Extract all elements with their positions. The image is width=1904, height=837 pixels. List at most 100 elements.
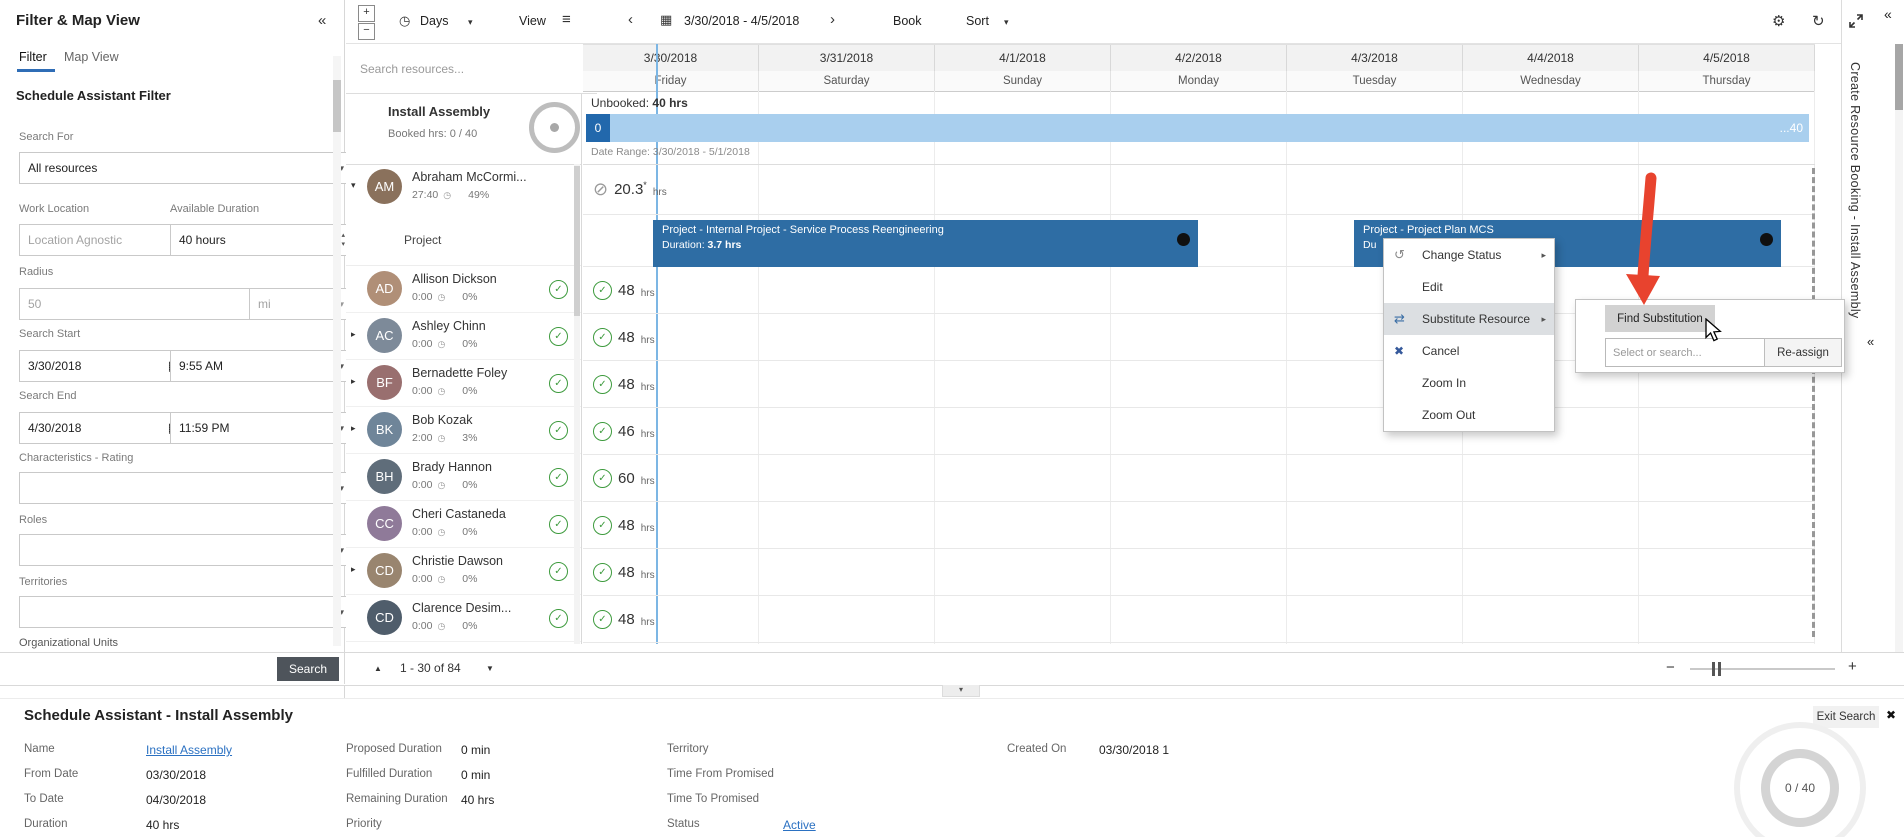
project-group-row[interactable]: Project: [346, 214, 581, 266]
details-panel: Schedule Assistant - Install Assembly Ex…: [0, 698, 1904, 837]
name-link[interactable]: Install Assembly: [146, 743, 232, 768]
available-duration-input[interactable]: 40 hours ▴▾: [170, 224, 351, 256]
booking-bar[interactable]: Project - Internal Project - Service Pro…: [653, 220, 1198, 267]
panel-collapse-icon[interactable]: «: [318, 12, 326, 29]
booking-status-dot[interactable]: [1177, 233, 1190, 246]
chevron-down-icon[interactable]: ▾: [468, 17, 473, 28]
booking-title: Project - Internal Project - Service Pro…: [662, 224, 1189, 236]
calendar-icon[interactable]: ▦: [660, 12, 672, 28]
resource-search-input[interactable]: [346, 44, 597, 94]
status-link[interactable]: Active: [783, 818, 816, 837]
right-scrollbar-thumb[interactable]: [1895, 44, 1903, 110]
search-button[interactable]: Search: [277, 657, 339, 681]
menu-item-change-status[interactable]: ↺ Change Status ▸: [1384, 239, 1554, 271]
resource-row[interactable]: ▾ AM Abraham McCormi... 27:40◷49%: [346, 164, 581, 214]
booking-status-dot[interactable]: [1760, 233, 1773, 246]
exit-search-button[interactable]: Exit Search: [1813, 706, 1879, 728]
right-panel-title[interactable]: Create Resource Booking - Install Assemb…: [1848, 62, 1862, 622]
resource-row[interactable]: ▸ CD Christie Dawson 0:00◷0% ✓: [346, 548, 581, 595]
expand-caret-icon[interactable]: ▸: [351, 376, 356, 387]
right-scrollbar-track[interactable]: [1895, 44, 1903, 652]
booking-duration: Duration: 3.7 hrs: [662, 239, 1189, 251]
menu-item-substitute-resource[interactable]: ⇄ Substitute Resource ▸: [1384, 303, 1554, 335]
resource-row[interactable]: ▸ AC Ashley Chinn 0:00◷0% ✓: [346, 313, 581, 360]
page-down-icon[interactable]: ▼: [486, 664, 494, 673]
settings-gear-icon[interactable]: ⚙: [1772, 12, 1785, 30]
resource-row[interactable]: ▸ BK Bob Kozak 2:00◷3% ✓: [346, 407, 581, 454]
zoom-out-icon[interactable]: −: [1666, 659, 1675, 676]
expand-all-button[interactable]: +: [358, 5, 375, 22]
fullscreen-icon[interactable]: [1848, 13, 1864, 29]
submenu-arrow-icon: ▸: [1541, 250, 1546, 261]
resource-row[interactable]: CD Clarence Desim... 0:00◷0% ✓: [346, 595, 581, 642]
characteristics-select[interactable]: ▾: [19, 472, 351, 504]
expand-caret-icon[interactable]: ▸: [351, 423, 356, 434]
active-tab-underline: [17, 69, 55, 72]
resource-row[interactable]: BH Brady Hannon 0:00◷0% ✓: [346, 454, 581, 501]
page-up-icon[interactable]: ▲: [374, 664, 382, 673]
menu-item-cancel[interactable]: ✖ Cancel: [1384, 335, 1554, 367]
availability-row: ✓48hrs: [583, 643, 1815, 644]
resource-name: Brady Hannon: [412, 460, 492, 474]
territories-select[interactable]: ▾: [19, 596, 351, 628]
menu-item-edit[interactable]: Edit: [1384, 271, 1554, 303]
expand-caret-icon[interactable]: ▾: [351, 180, 356, 191]
search-start-date-input[interactable]: 3/30/2018 ▦: [19, 350, 187, 382]
substitute-select[interactable]: Select or search... ▾: [1605, 338, 1783, 367]
filter-scrollbar-track[interactable]: [333, 56, 341, 646]
date-range-label[interactable]: 3/30/2018 - 4/5/2018: [684, 14, 799, 28]
radius-input[interactable]: 50 ▴▾: [19, 288, 269, 320]
filter-scrollbar-thumb[interactable]: [333, 80, 341, 132]
tab-map-view[interactable]: Map View: [64, 50, 119, 64]
list-view-icon[interactable]: ≡: [562, 11, 571, 28]
resource-row[interactable]: CC Cheri Castaneda 0:00◷0% ✓: [346, 501, 581, 548]
availability-row: ✓60hrs: [583, 455, 1815, 502]
search-end-date-input[interactable]: 4/30/2018 ▦: [19, 412, 187, 444]
previous-range-icon[interactable]: ‹: [628, 11, 633, 28]
right-panel-expand-icon[interactable]: «: [1867, 334, 1874, 349]
zoom-in-icon[interactable]: +: [1848, 658, 1857, 675]
unbooked-bar[interactable]: 0 ...40: [586, 114, 1809, 142]
right-panel-collapse-icon[interactable]: «: [1884, 6, 1892, 22]
field-value: 0 min: [461, 743, 494, 768]
reassign-button[interactable]: Re-assign: [1764, 338, 1842, 367]
bottom-panel-collapse-handle[interactable]: ▾: [942, 685, 980, 697]
refresh-icon[interactable]: ↻: [1812, 12, 1825, 30]
expand-caret-icon[interactable]: ▸: [351, 564, 356, 575]
available-check-icon: ✓: [593, 328, 612, 347]
menu-item-zoom-out[interactable]: Zoom Out: [1384, 399, 1554, 431]
resource-row[interactable]: ▸ BF Bernadette Foley 0:00◷0% ✓: [346, 360, 581, 407]
next-range-icon[interactable]: ›: [830, 11, 835, 28]
search-start-time-select[interactable]: 9:55 AM ▾: [170, 350, 351, 382]
menu-item-zoom-in[interactable]: Zoom In: [1384, 367, 1554, 399]
field-label: Territory: [667, 743, 783, 768]
view-button[interactable]: View: [519, 14, 546, 28]
search-end-label: Search End: [19, 390, 76, 402]
clock-icon: ◷: [437, 527, 445, 538]
collapse-all-button[interactable]: −: [358, 23, 375, 40]
search-end-time-select[interactable]: 11:59 PM ▾: [170, 412, 351, 444]
zoom-slider-handle[interactable]: [1712, 662, 1721, 676]
roles-select[interactable]: ▾: [19, 534, 351, 566]
unbooked-label: Unbooked: 40 hrs: [591, 96, 688, 110]
book-button[interactable]: Book: [893, 14, 922, 28]
availability-check-icon: ✓: [549, 562, 568, 581]
spinner-icon[interactable]: ▴▾: [341, 231, 345, 249]
work-location-select[interactable]: Location Agnostic ▾: [19, 224, 190, 256]
search-for-select[interactable]: All resources ▾: [19, 152, 351, 184]
availability-row: ⊘20.3*hrs: [583, 164, 1815, 215]
demand-row[interactable]: Install Assembly Booked hrs: 0 / 40: [346, 91, 581, 165]
resource-row[interactable]: AD Allison Dickson 0:00◷0% ✓: [346, 266, 581, 313]
scale-days-button[interactable]: Days: [420, 14, 448, 28]
resource-scrollbar-thumb[interactable]: [574, 166, 580, 316]
availability-row: ✓48hrs: [583, 502, 1815, 549]
available-check-icon: ✓: [593, 281, 612, 300]
tab-filter[interactable]: Filter: [19, 50, 47, 64]
grid-scrollbar[interactable]: [1812, 168, 1815, 637]
find-substitution-item[interactable]: Find Substitution: [1605, 305, 1715, 332]
expand-caret-icon[interactable]: ▸: [351, 329, 356, 340]
sort-button[interactable]: Sort: [966, 14, 989, 28]
availability-row: ✓48hrs: [583, 596, 1815, 643]
chevron-down-icon[interactable]: ▾: [1004, 17, 1009, 28]
close-icon[interactable]: ✖: [1886, 708, 1896, 722]
